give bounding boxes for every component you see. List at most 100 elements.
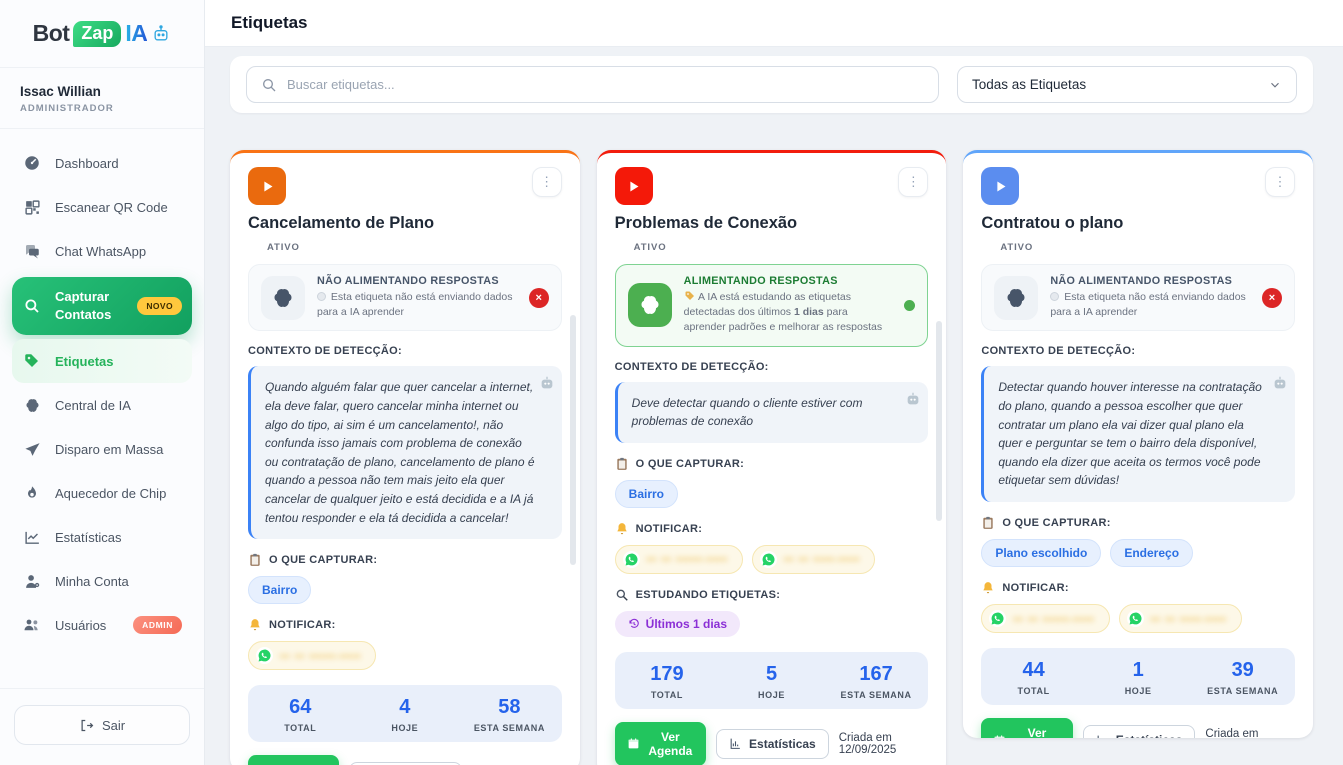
status-badge: ATIVO <box>1000 242 1295 253</box>
stat-week-value: 167 <box>824 663 929 686</box>
sidebar-item-label: Usuários <box>55 618 106 633</box>
stat-total-value: 179 <box>615 663 720 686</box>
sidebar-item-aquecedor-de-chip[interactable]: Aquecedor de Chip <box>12 471 192 515</box>
brain-icon <box>261 276 305 320</box>
ai-status-desc: Esta etiqueta não está enviando dados pa… <box>317 290 517 320</box>
play-button[interactable] <box>981 167 1019 205</box>
label-card-cancelamento: ⋮ Cancelamento de Plano ATIVO NÃO ALIMEN… <box>230 150 580 765</box>
sidebar-item-label: Disparo em Massa <box>55 442 163 457</box>
card-menu-button[interactable]: ⋮ <box>532 167 562 197</box>
bell-icon <box>981 581 995 595</box>
toolbar: Todas as Etiquetas <box>230 56 1313 113</box>
user-name: Issac Willian <box>20 84 184 99</box>
sidebar-item-dashboard[interactable]: Dashboard <box>12 141 192 185</box>
stats-box: 179TOTAL 5HOJE 167ESTA SEMANA <box>615 652 929 709</box>
sidebar-item-etiquetas[interactable]: Etiquetas <box>12 339 192 383</box>
whatsapp-icon <box>623 551 640 568</box>
view-agenda-button[interactable]: Ver Agenda <box>615 722 706 765</box>
brain-icon <box>628 283 672 327</box>
logo-ia-text: IA <box>125 20 147 47</box>
tag-emoji-icon <box>684 290 696 302</box>
context-heading: CONTEXTO DE DETECÇÃO: <box>981 345 1295 357</box>
card-menu-button[interactable]: ⋮ <box>1265 167 1295 197</box>
sidebar-item-escanear-qr[interactable]: Escanear QR Code <box>12 185 192 229</box>
play-button[interactable] <box>615 167 653 205</box>
sidebar: Bot Zap IA Issac Willian ADMINISTRADOR D… <box>0 0 205 765</box>
detection-context: Quando alguém falar que quer cancelar a … <box>248 366 562 539</box>
sidebar-item-label: Minha Conta <box>55 574 129 589</box>
sidebar-item-central-de-ia[interactable]: Central de IA <box>12 383 192 427</box>
capture-pill: Bairro <box>615 480 678 508</box>
paper-plane-icon <box>22 441 42 458</box>
novo-badge: NOVO <box>137 297 182 315</box>
ai-status-title: NÃO ALIMENTANDO RESPOSTAS <box>317 275 517 287</box>
logout-button[interactable]: Sair <box>14 705 190 745</box>
search-box[interactable] <box>246 66 939 103</box>
user-role: ADMINISTRADOR <box>20 103 184 114</box>
capture-pills: Bairro <box>615 480 929 508</box>
notify-heading: NOTIFICAR: <box>615 522 929 536</box>
status-badge: ATIVO <box>634 242 929 253</box>
magnifier-icon <box>615 588 629 602</box>
search-icon <box>261 77 277 93</box>
brain-icon <box>22 397 42 414</box>
capture-search-icon <box>22 297 42 315</box>
studying-pills: Últimos 1 dias <box>615 611 929 637</box>
sidebar-item-capturar-contatos[interactable]: Capturar Contatos NOVO <box>12 277 192 335</box>
card-menu-button[interactable]: ⋮ <box>898 167 928 197</box>
tag-icon <box>22 352 42 370</box>
capture-pill: Plano escolhido <box>981 539 1101 567</box>
masked-phone-number: •• •• ••••-•••• <box>1151 612 1227 626</box>
masked-phone-number: •• •• •••••-•••• <box>1013 612 1094 626</box>
notify-contact-pill: •• •• ••••-•••• <box>1119 604 1242 633</box>
top-bar: Etiquetas <box>205 0 1343 47</box>
stat-today-value: 4 <box>353 696 458 719</box>
sidebar-item-chat-whatsapp[interactable]: Chat WhatsApp <box>12 229 192 273</box>
capture-pill: Endereço <box>1110 539 1193 567</box>
ai-status-desc: A IA está estudando as etiquetas detecta… <box>684 290 893 336</box>
logo-bot-text: Bot <box>33 20 70 47</box>
statistics-button[interactable]: Estatísticas <box>716 729 829 759</box>
sidebar-item-label: Escanear QR Code <box>55 200 168 215</box>
card-scrollbar[interactable] <box>936 321 942 521</box>
sidebar-item-label: Estatísticas <box>55 530 121 545</box>
capture-pills: Bairro <box>248 576 562 604</box>
notify-contact-pill: •• •• ••••-•••• <box>752 545 875 574</box>
chevron-down-icon <box>1268 78 1282 92</box>
play-button[interactable] <box>248 167 286 205</box>
sidebar-item-usuarios[interactable]: Usuários ADMIN <box>12 603 192 647</box>
ai-status-box: NÃO ALIMENTANDO RESPOSTAS Esta etiqueta … <box>981 264 1295 331</box>
notify-pills: •• •• •••••-•••• <box>248 641 562 670</box>
search-input[interactable] <box>287 77 924 92</box>
stat-week-label: ESTA SEMANA <box>824 690 929 700</box>
notify-pills: •• •• •••••-•••• •• •• ••••-•••• <box>981 604 1295 633</box>
view-agenda-button[interactable]: Ver Agenda <box>248 755 339 765</box>
robot-icon <box>905 391 921 407</box>
robot-icon <box>1272 375 1288 391</box>
sidebar-item-estatisticas[interactable]: Estatísticas <box>12 515 192 559</box>
sidebar-item-disparo-em-massa[interactable]: Disparo em Massa <box>12 427 192 471</box>
statistics-button[interactable]: Estatísticas <box>1083 725 1196 738</box>
masked-phone-number: •• •• ••••-•••• <box>784 552 860 566</box>
detection-context: Detectar quando houver interesse na cont… <box>981 366 1295 502</box>
chat-bubbles-icon <box>22 242 42 260</box>
sidebar-item-minha-conta[interactable]: Minha Conta <box>12 559 192 603</box>
user-block: Issac Willian ADMINISTRADOR <box>0 68 204 129</box>
robot-icon <box>539 375 555 391</box>
label-filter-select[interactable]: Todas as Etiquetas <box>957 66 1297 103</box>
view-agenda-button[interactable]: Ver Agenda <box>981 718 1072 738</box>
stat-total-label: TOTAL <box>615 690 720 700</box>
stat-today-label: HOJE <box>719 690 824 700</box>
clipboard-icon <box>981 516 995 530</box>
content: Todas as Etiquetas ⋮ Cancelamento de Pla… <box>205 47 1343 765</box>
capture-heading: O QUE CAPTURAR: <box>248 553 562 567</box>
label-cards-grid: ⋮ Cancelamento de Plano ATIVO NÃO ALIMEN… <box>230 150 1313 765</box>
notify-contact-pill: •• •• •••••-•••• <box>981 604 1109 633</box>
stats-box: 44TOTAL 1HOJE 39ESTA SEMANA <box>981 648 1295 705</box>
card-scrollbar[interactable] <box>570 315 576 565</box>
created-date: Criada em 12/09/2025 <box>839 732 929 756</box>
sidebar-item-label: Chat WhatsApp <box>55 244 146 259</box>
sidebar-nav: Dashboard Escanear QR Code Chat WhatsApp… <box>0 129 204 688</box>
bar-chart-icon <box>1096 734 1109 739</box>
ai-status-box: NÃO ALIMENTANDO RESPOSTAS Esta etiqueta … <box>248 264 562 331</box>
